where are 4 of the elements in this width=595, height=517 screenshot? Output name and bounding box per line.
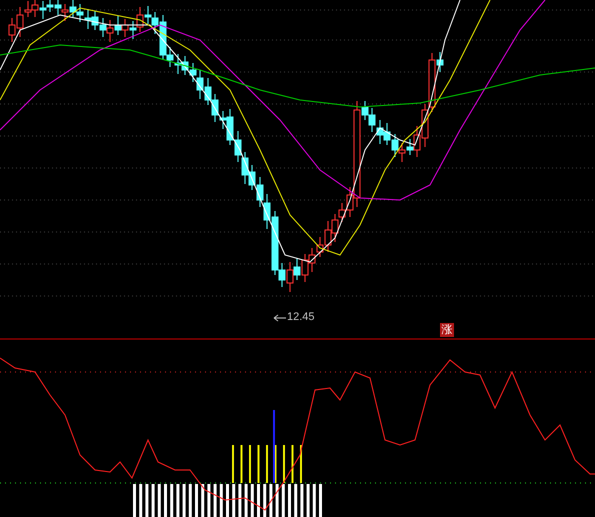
signal-bars-drawing <box>232 445 302 483</box>
limit-up-badge: 涨 <box>440 323 454 337</box>
low-price-label: 12.45 <box>287 311 315 324</box>
low-marker-arrow <box>274 314 286 322</box>
